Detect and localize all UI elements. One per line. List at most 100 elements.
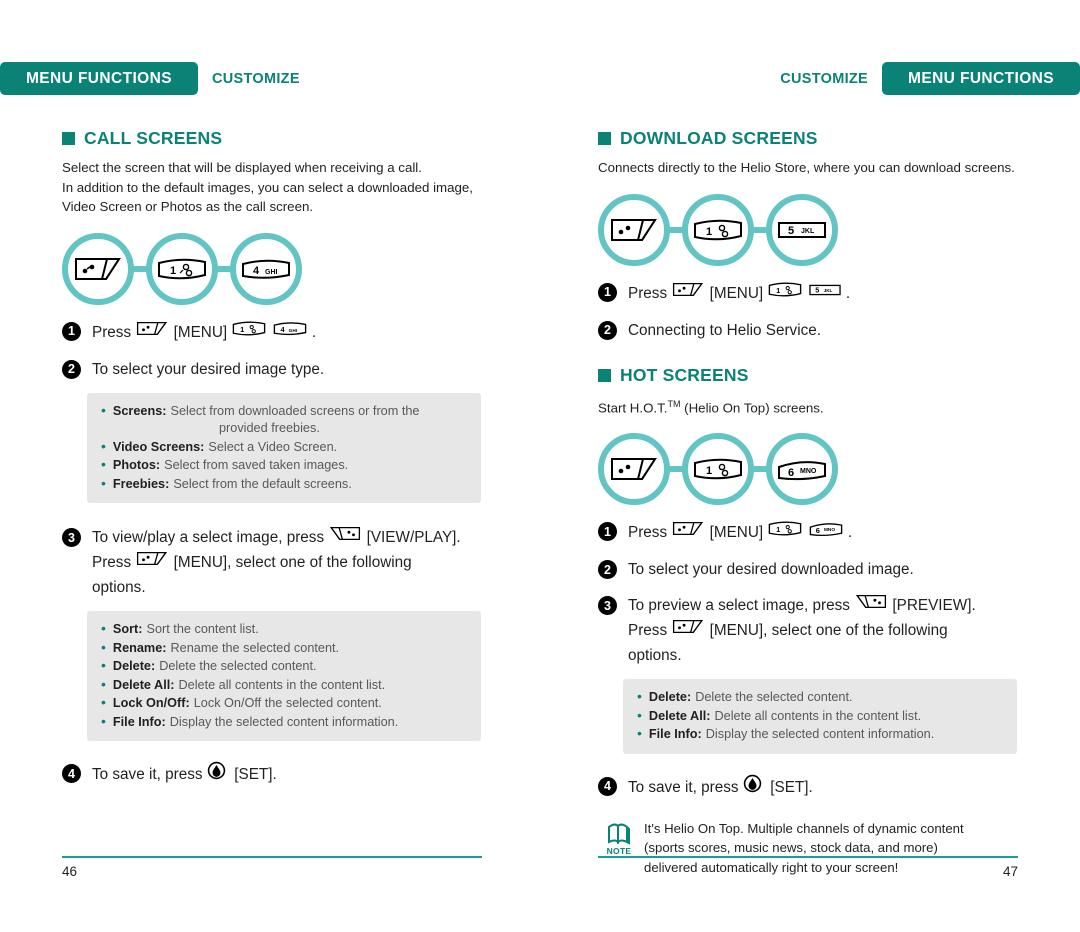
option-label: Lock On/Off: <box>112 696 190 710</box>
step-number: 4 <box>62 764 81 783</box>
bullet-icon: • <box>101 620 106 636</box>
bullet-icon: • <box>101 474 106 491</box>
digit-key-icon-1: 1 <box>231 319 267 346</box>
call-screens-key-sequence: 1 4 GHI <box>62 232 522 305</box>
svg-text:6: 6 <box>788 467 794 479</box>
step-text: [VIEW/PLAY]. <box>362 529 461 546</box>
option-item: • Freebies: Select from the default scree… <box>101 475 467 494</box>
note-line: (sports scores, music news, stock data, … <box>644 840 938 856</box>
step-body: To save it, press [SET]. <box>628 774 813 801</box>
note-label: NOTE <box>606 845 632 856</box>
bullet-icon: • <box>101 638 106 655</box>
key-circle-menu <box>598 193 670 266</box>
step-2: 2 Connecting to Helio Service. <box>598 318 1058 343</box>
option-desc: Display the selected content information… <box>705 727 935 742</box>
square-bullet-icon <box>62 132 75 145</box>
option-desc: Select a Video Screen. <box>208 439 338 454</box>
step-number: 3 <box>598 596 617 616</box>
digit-key-icon-4: 4 GHI <box>242 259 290 279</box>
option-item: • File Info: Display the selected content… <box>101 713 467 732</box>
digit-key-icon-4: 4 GHI <box>272 319 308 346</box>
content-options-box: • Sort: Sort the content list. • Rename: R… <box>87 611 481 741</box>
digit-key-icon-1: 1 <box>767 280 803 307</box>
step-text: [MENU], select one of the following <box>169 554 412 571</box>
option-label: Photos: <box>112 458 161 472</box>
svg-text:JKL: JKL <box>823 287 832 292</box>
menu-key-icon <box>135 320 169 345</box>
option-label: Delete: <box>112 659 156 673</box>
bullet-icon: • <box>101 657 106 673</box>
step-text: To save it, press <box>92 766 207 783</box>
key-connector <box>217 265 231 272</box>
page-number-left: 46 <box>62 864 78 879</box>
option-desc: Lock On/Off the selected content. <box>193 696 382 710</box>
option-label: Delete All: <box>112 677 175 692</box>
option-item: • Photos: Select from saved taken images. <box>101 456 467 475</box>
step-body: To select your desired downloaded image. <box>628 557 914 582</box>
digit-key-icon-1: 1 <box>694 219 742 240</box>
option-label: Rename: <box>112 640 167 655</box>
option-label: File Info: <box>112 714 166 729</box>
step-text: To save it, press <box>628 778 743 796</box>
key-circle-4: 4 GHI <box>230 232 302 305</box>
download-screens-key-sequence: 1 5 JKL <box>598 193 1058 266</box>
option-label: Freebies: <box>112 476 170 491</box>
bullet-icon: • <box>101 401 106 418</box>
step-text: [SET]. <box>225 766 277 783</box>
svg-text:1: 1 <box>777 525 781 534</box>
option-desc: Select from downloaded screens or from t… <box>170 403 420 418</box>
hot-screens-title: HOT SCREENS <box>620 364 749 385</box>
option-desc: Select from saved taken images. <box>164 458 349 472</box>
option-item: • Video Screens: Select a Video Screen. <box>101 438 467 457</box>
step-4: 4 To save it, press [SET]. <box>62 761 522 788</box>
step-text: Press <box>92 323 136 341</box>
note-line: It's Helio On Top. Multiple channels of … <box>644 820 964 836</box>
digit-key-icon-6: 6 MNO <box>808 519 844 546</box>
call-screens-heading: CALL SCREENS <box>62 128 522 149</box>
svg-text:1: 1 <box>241 324 245 333</box>
option-desc: Display the selected content information… <box>169 714 399 729</box>
step-text: . <box>307 323 317 341</box>
footer-rule <box>598 856 1018 858</box>
bullet-icon: • <box>101 712 106 729</box>
step-text: . <box>843 524 853 542</box>
step-number: 4 <box>598 776 617 796</box>
key-connector <box>669 466 683 473</box>
option-item: • Delete All: Delete all contents in the … <box>637 707 1003 726</box>
menu-key-icon <box>671 520 705 545</box>
svg-text:5: 5 <box>815 285 819 294</box>
step-4: 4 To save it, press [SET]. <box>598 774 1058 801</box>
bullet-icon: • <box>637 725 642 742</box>
set-key-icon <box>207 761 226 788</box>
step-2: 2 To select your desired image type. <box>62 357 522 382</box>
download-screens-steps: 1 Press [MENU] 1 5 JKL . 2 Connecting to… <box>598 280 1058 343</box>
bullet-icon: • <box>101 456 106 472</box>
step-1: 1 Press <box>62 319 522 346</box>
bullet-icon: • <box>101 675 106 692</box>
step-text: To select your desired image type. <box>92 360 325 378</box>
option-desc: Delete the selected content. <box>695 690 853 705</box>
call-screens-steps: 1 Press [MENU] 1 4 GHI . 2 To select you… <box>62 319 522 382</box>
option-label: Delete: <box>648 690 692 705</box>
hot-screens-description: Start H.O.T.TM (Helio On Top) screens. <box>598 395 1058 418</box>
option-item: • Rename: Rename the selected content. <box>101 639 467 658</box>
square-bullet-icon <box>598 368 611 382</box>
menu-key-icon <box>75 257 121 280</box>
step-text: Connecting to Helio Service. <box>628 321 822 339</box>
svg-text:GHI: GHI <box>265 269 278 276</box>
digit-key-icon-6: 6 MNO <box>778 461 826 481</box>
bullet-icon: • <box>101 694 106 710</box>
menu-key-icon <box>135 550 169 575</box>
desc-line: Connects directly to the Helio Store, wh… <box>598 160 1015 175</box>
option-label: Video Screens: <box>112 439 205 454</box>
svg-text:JKL: JKL <box>801 228 815 235</box>
menu-key-icon <box>671 281 705 306</box>
option-desc: Rename the selected content. <box>170 640 340 655</box>
footer-rule <box>62 856 482 858</box>
option-label: Screens: <box>112 403 167 418</box>
step-text: To select your desired downloaded image. <box>628 561 914 579</box>
svg-text:1: 1 <box>706 226 712 238</box>
footer-left: 46 <box>62 856 482 890</box>
manual-page: MENU FUNCTIONS CUSTOMIZE CUSTOMIZE MENU … <box>0 0 1080 932</box>
option-label: Sort: <box>112 622 143 636</box>
